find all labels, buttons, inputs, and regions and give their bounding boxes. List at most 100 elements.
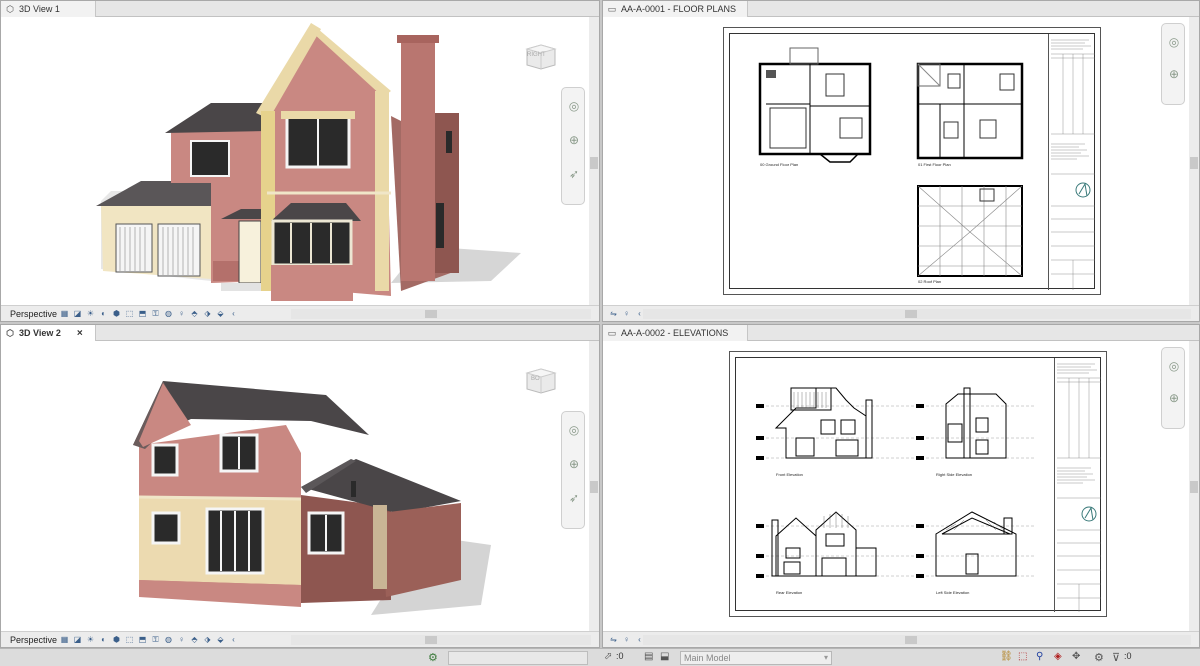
hide-isolate-icon[interactable]: ◍ [163,308,174,319]
show-crop-icon[interactable]: ⬒ [137,634,148,645]
title-block [1054,358,1102,612]
select-links-icon[interactable]: ⛓ [1000,651,1013,662]
navigation-bar: ◎ ⊕ ➶ [561,411,585,529]
crop-icon[interactable]: ⬚ [124,308,135,319]
sheet-nav-icon[interactable]: ⇋ [608,634,619,645]
sun-path-icon[interactable]: ☀ [85,634,96,645]
view-control-bar: Perspective ▦ ◪ ☀ ◐ ⬢ ⬚ ⬒ ⚿ ◍ ♀ ⬘ ⬗ ⬙ ‹ [1,305,599,321]
scroll-thumb[interactable] [590,157,598,169]
zoom-icon[interactable]: ⊕ [566,456,582,472]
temp-properties-icon[interactable]: ⬘ [189,634,200,645]
design-options-icon[interactable]: ▤ [644,651,653,662]
steering-wheel-icon[interactable]: ◎ [566,98,582,114]
horizontal-scrollbar[interactable] [643,309,1191,319]
revit-window: ⬡ 3D View 1 RIGHT ◎ ⊕ ➶ Perspective ▦ ◪ … [0,0,1200,666]
select-underlay-icon[interactable]: ⬚ [1018,651,1027,662]
horizontal-scrollbar[interactable] [643,635,1191,645]
view-pane-3d-view-2[interactable]: ⬡ 3D View 2 × BO ◎ ⊕ ➶ Perspective ▦ ◪ ☀… [0,324,600,648]
reveal-hidden-icon[interactable]: ♀ [621,634,632,645]
shadows-icon[interactable]: ◐ [98,634,109,645]
editable-only-icon[interactable]: ⬀ [604,651,612,662]
scale-icon[interactable]: ▦ [59,308,70,319]
filter-icon[interactable]: ⊽ [1112,651,1120,664]
reveal-hidden-icon[interactable]: ♀ [621,308,632,319]
scroll-thumb[interactable] [1190,157,1198,169]
scroll-thumb[interactable] [425,636,437,644]
temp-properties-icon[interactable]: ⬘ [189,308,200,319]
tab-floor-plans[interactable]: ▭ AA-A-0001 - FLOOR PLANS [603,1,748,17]
scroll-thumb[interactable] [590,481,598,493]
view-mode-label: Perspective [10,634,58,645]
view-pane-3d-view-1[interactable]: ⬡ 3D View 1 RIGHT ◎ ⊕ ➶ Perspective ▦ ◪ … [0,0,600,322]
select-by-face-icon[interactable]: ◈ [1054,651,1062,662]
viewcube[interactable]: RIGHT [523,43,559,71]
scroll-thumb[interactable] [1190,481,1198,493]
close-icon[interactable]: × [77,328,83,339]
visual-style-icon[interactable]: ◪ [72,308,83,319]
highlight-icon[interactable]: ⬙ [215,308,226,319]
view-control-bar: ⇋ ♀ ‹ [603,305,1199,321]
reveal-hidden-icon[interactable]: ♀ [176,308,187,319]
horizontal-scrollbar[interactable] [291,309,591,319]
scroll-left-icon[interactable]: ‹ [228,634,239,645]
orbit-icon[interactable]: ➶ [566,166,582,182]
show-crop-icon[interactable]: ⬒ [137,308,148,319]
tab-elevations[interactable]: ▭ AA-A-0002 - ELEVATIONS [603,325,748,341]
workset-icon[interactable]: ⚙ [428,651,438,664]
tab-bar: ▭ AA-A-0001 - FLOOR PLANS [603,1,1199,17]
steering-wheel-icon[interactable]: ◎ [1166,358,1182,374]
vertical-scrollbar[interactable] [589,17,599,307]
vertical-scrollbar[interactable] [589,341,599,633]
scale-icon[interactable]: ▦ [59,634,70,645]
lock-view-icon[interactable]: ⚿ [150,308,161,319]
analytical-icon[interactable]: ⬗ [202,634,213,645]
view-pane-elevations-sheet[interactable]: ▭ AA-A-0002 - ELEVATIONS Front Elevation… [602,324,1200,648]
sheet-icon: ▭ [607,327,617,338]
tab-label: 3D View 1 [19,4,60,14]
drawing-sheet[interactable]: 00 Ground Floor Plan 01 First Floor Plan… [723,27,1101,295]
drag-elements-icon[interactable]: ✥ [1072,651,1080,662]
vertical-scrollbar[interactable] [1189,341,1199,633]
active-model-select[interactable]: Main Model ▾ [680,651,832,665]
application-status-bar: ⚙ ⬀ :0 ▤ ⬓ Main Model ▾ ⛓ ⬚ ⚲ ◈ ✥ ⚙ ⊽ :0 [0,648,1200,666]
viewcube[interactable]: BO [523,367,559,395]
tab-3d-view-2[interactable]: ⬡ 3D View 2 × [1,325,96,341]
scroll-thumb[interactable] [905,310,917,318]
tab-3d-view-1[interactable]: ⬡ 3D View 1 [1,1,96,17]
zoom-icon[interactable]: ⊕ [1166,390,1182,406]
scroll-left-icon[interactable]: ‹ [228,308,239,319]
steering-wheel-icon[interactable]: ◎ [1166,34,1182,50]
hide-isolate-icon[interactable]: ◍ [163,634,174,645]
shadows-icon[interactable]: ◐ [98,308,109,319]
sheet-nav-icon[interactable]: ⇋ [608,308,619,319]
worksets-icon[interactable]: ⬓ [660,651,669,662]
highlight-icon[interactable]: ⬙ [215,634,226,645]
lock-view-icon[interactable]: ⚿ [150,634,161,645]
view-pane-floor-plans-sheet[interactable]: ▭ AA-A-0001 - FLOOR PLANS 00 Ground Floo… [602,0,1200,322]
vertical-scrollbar[interactable] [1189,17,1199,307]
scroll-thumb[interactable] [905,636,917,644]
floor-plans-drawing [758,47,1024,277]
elevations-drawing [756,387,1036,578]
reveal-hidden-icon[interactable]: ♀ [176,634,187,645]
house-render-2 [133,381,491,615]
steering-wheel-icon[interactable]: ◎ [566,422,582,438]
drawing-sheet[interactable]: Front Elevation Right Side Elevation Rea… [729,351,1107,617]
crop-icon[interactable]: ⬚ [124,634,135,645]
zoom-icon[interactable]: ⊕ [1166,66,1182,82]
horizontal-scrollbar[interactable] [291,635,591,645]
render-icon[interactable]: ⬢ [111,634,122,645]
select-pinned-icon[interactable]: ⚲ [1036,651,1043,662]
sun-path-icon[interactable]: ☀ [85,308,96,319]
scroll-thumb[interactable] [425,310,437,318]
zoom-icon[interactable]: ⊕ [566,132,582,148]
tab-label: AA-A-0002 - ELEVATIONS [621,328,729,338]
background-process-icon[interactable]: ⚙ [1094,651,1104,664]
render-icon[interactable]: ⬢ [111,308,122,319]
view-control-bar: ⇋ ♀ ‹ [603,631,1199,647]
tab-label: 3D View 2 [19,328,61,338]
orbit-icon[interactable]: ➶ [566,490,582,506]
3d-view-icon: ⬡ [6,3,14,14]
analytical-icon[interactable]: ⬗ [202,308,213,319]
visual-style-icon[interactable]: ◪ [72,634,83,645]
